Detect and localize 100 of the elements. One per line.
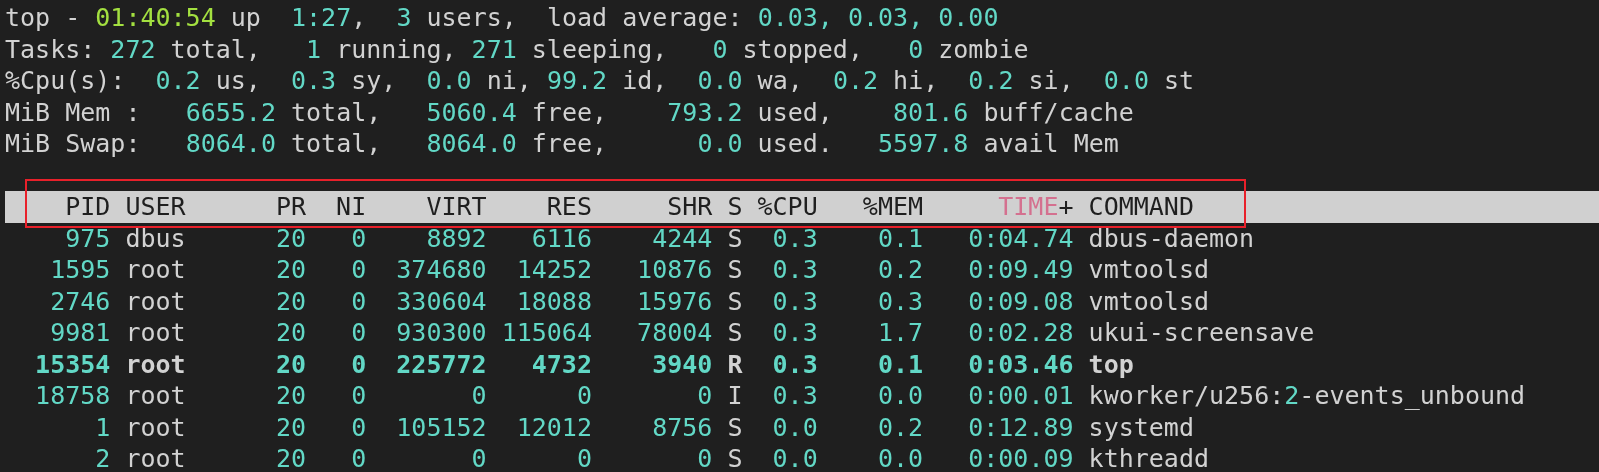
table-cell-text: 8892: [425, 222, 487, 254]
table-cell-text: 0: [350, 254, 367, 286]
table-cell-text: 2746: [49, 285, 111, 317]
table-cell-text: 20: [274, 411, 306, 443]
table-cell-text: 374680: [395, 254, 487, 286]
table-cell-text: 3940: [651, 348, 713, 380]
table-cell-text: 0.2: [876, 411, 924, 443]
table-cell-text: dbus-daemon: [1087, 222, 1256, 254]
table-cell-text: root: [124, 443, 187, 472]
table-cell-text: 4244: [651, 222, 713, 254]
table-cell-text: 1595: [49, 254, 111, 286]
table-cell-text: root: [124, 254, 187, 286]
table-cell-text: 20: [274, 348, 306, 380]
table-cell-text: S: [726, 285, 743, 317]
table-cell-text: 12012: [515, 411, 592, 443]
column-header: PR: [274, 191, 306, 223]
table-cell-text: 4732: [530, 348, 592, 380]
table-cell-text: S: [726, 222, 743, 254]
table-cell-text: 930300: [395, 317, 487, 349]
table-cell-text: 0: [350, 411, 367, 443]
table-cell-text: I: [726, 380, 743, 412]
table-cell-text: systemd: [1087, 411, 1195, 443]
column-header: VIRT: [425, 191, 487, 223]
table-cell-text: 0:00.09: [967, 443, 1074, 472]
column-header: TIME+: [997, 191, 1074, 223]
table-cell-text: 9981: [49, 317, 111, 349]
table-cell-text: 0: [470, 443, 487, 472]
table-cell-text: 115064: [500, 317, 592, 349]
table-cell-text: 0: [350, 222, 367, 254]
table-cell-text: 0: [575, 443, 592, 472]
table-cell-text: 0.1: [876, 348, 924, 380]
table-cell-text: 0:09.49: [967, 254, 1074, 286]
table-cell-text: 10876: [636, 254, 713, 286]
table-cell-text: 0.3: [771, 254, 818, 286]
table-cell-text: 975: [64, 222, 111, 254]
table-cell-text: 78004: [636, 317, 713, 349]
table-cell-text: 0.0: [876, 443, 924, 472]
table-cell-text: 0.1: [876, 222, 924, 254]
table-cell-text: S: [726, 443, 743, 472]
table-cell-text: 0: [350, 443, 367, 472]
table-cell-text: root: [124, 348, 187, 380]
column-header: RES: [545, 191, 592, 223]
table-cell-text: vmtoolsd: [1087, 254, 1210, 286]
column-header: %CPU: [756, 191, 818, 223]
table-cell-text: root: [124, 317, 187, 349]
table-cell-text: 0.3: [771, 285, 818, 317]
table-cell-text: 20: [274, 317, 306, 349]
table-cell-text: 0.3: [771, 348, 818, 380]
table-cell-text: 15976: [636, 285, 713, 317]
table-cell-text: kthreadd: [1087, 443, 1210, 472]
table-cell-text: 0:02.28: [967, 317, 1074, 349]
table-cell-text: 0: [350, 285, 367, 317]
table-cell-text: 14252: [515, 254, 592, 286]
column-header: PID: [64, 191, 111, 223]
table-cell-text: 18758: [34, 380, 111, 412]
table-cell-text: 6116: [530, 222, 592, 254]
column-header: COMMAND: [1087, 191, 1195, 223]
table-cell-text: root: [124, 380, 187, 412]
summary-line: top - 01:40:54 up 1:27, 3 users, load average: 0.03, 0.03, 0.00: [5, 2, 999, 34]
table-cell-text: 18088: [515, 285, 592, 317]
table-cell-text: S: [726, 254, 743, 286]
column-header: %MEM: [861, 191, 924, 223]
table-cell-text: 20: [274, 222, 306, 254]
table-cell-text: 2: [94, 443, 111, 472]
table-cell-text: 105152: [395, 411, 487, 443]
table-cell-text: 0:00.01: [967, 380, 1074, 412]
table-cell-text: 0.2: [876, 254, 924, 286]
table-cell-text: 1.7: [876, 317, 924, 349]
table-cell-text: S: [726, 411, 743, 443]
table-cell-text: 0.0: [771, 443, 818, 472]
table-cell-text: R: [726, 348, 743, 380]
column-header: USER: [124, 191, 187, 223]
table-cell-text: 0: [470, 380, 487, 412]
table-cell-text: dbus: [124, 222, 187, 254]
table-cell-text: 20: [274, 254, 306, 286]
table-cell-text: 0: [350, 317, 367, 349]
table-cell-text: S: [726, 317, 743, 349]
table-cell-text: 8756: [651, 411, 713, 443]
table-cell-text: 0: [575, 380, 592, 412]
table-cell-text: 330604: [395, 285, 487, 317]
table-cell-text: vmtoolsd: [1087, 285, 1210, 317]
table-cell-text: 20: [274, 380, 306, 412]
table-cell-text: 0:04.74: [967, 222, 1074, 254]
table-cell-text: 225772: [395, 348, 487, 380]
table-cell-text: top: [1087, 348, 1135, 380]
table-cell-text: 0.3: [771, 317, 818, 349]
summary-line: MiB Mem : 6655.2 total, 5060.4 free, 793.2 used, 801.6 buff/cache: [5, 96, 1134, 128]
table-cell-text: 20: [274, 285, 306, 317]
summary-line: Tasks: 272 total, 1 running, 271 sleeping, 0 stopped, 0 zombie: [5, 33, 1029, 65]
table-cell-text: 0: [696, 443, 713, 472]
column-header: SHR: [666, 191, 713, 223]
summary-line: MiB Swap: 8064.0 total, 8064.0 free, 0.0 used. 5597.8 avail Mem: [5, 128, 1119, 160]
table-cell-text: root: [124, 411, 187, 443]
table-cell-text: 0:09.08: [967, 285, 1074, 317]
table-cell-text: 0:12.89: [967, 411, 1074, 443]
table-cell-text: 0: [350, 380, 367, 412]
table-cell-text: 0: [350, 348, 367, 380]
table-cell-text: 0.0: [876, 380, 924, 412]
table-cell-text: 0.3: [876, 285, 924, 317]
table-cell-text: root: [124, 285, 187, 317]
